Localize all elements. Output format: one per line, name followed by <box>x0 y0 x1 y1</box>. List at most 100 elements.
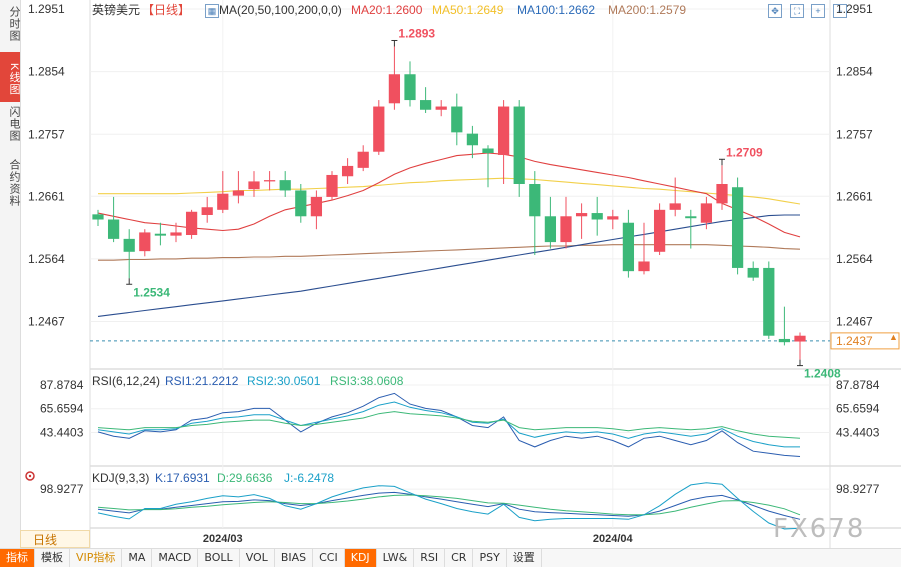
candle-body <box>310 196 323 217</box>
x-tick-label: 2024/04 <box>593 533 634 545</box>
fullscreen-icon[interactable]: ⛶ <box>790 4 804 18</box>
legend-ma100: MA100:1.2662 <box>517 3 595 17</box>
tab-cr[interactable]: CR <box>445 549 474 567</box>
ma20-line <box>97 152 801 238</box>
candle-body <box>435 106 447 110</box>
tab-kdj[interactable]: KDJ <box>344 549 377 567</box>
candle-body <box>341 165 354 177</box>
ma100-line <box>97 214 800 317</box>
y-tick-label-left: 1.2661 <box>28 189 65 203</box>
y-tick-label-left: 43.4403 <box>40 426 84 440</box>
candle-body <box>685 216 697 219</box>
y-tick-label-right: 1.2757 <box>836 127 873 141</box>
y-tick-label-left: 1.2467 <box>28 315 65 329</box>
candle-body <box>170 232 182 236</box>
watermark: FX678 <box>773 514 866 544</box>
candle-body <box>217 193 229 210</box>
candle-body <box>419 100 432 110</box>
tab-indicator[interactable]: 指标 <box>0 549 35 567</box>
candle-body <box>638 261 650 272</box>
legend-period: 【日线】 <box>142 3 190 17</box>
candle-body <box>747 267 759 278</box>
tab-boll[interactable]: BOLL <box>198 549 240 567</box>
candle-body <box>388 74 401 104</box>
tab-bias[interactable]: BIAS <box>275 549 314 567</box>
legend-ma50: MA50:1.2649 <box>432 3 504 17</box>
zoom-out-icon[interactable]: − <box>833 4 847 18</box>
annotation-label: 1.2709 <box>726 145 763 159</box>
rsi-panel: 87.8784 87.8784 65.6594 65.6594 43.4403 43.44… <box>40 378 880 457</box>
expand-icon[interactable]: ✥ <box>768 4 782 18</box>
y-tick-label-right: 98.9277 <box>836 482 880 496</box>
candle-body <box>139 232 151 252</box>
candle-body <box>591 213 603 220</box>
kdj-k-value: K:17.6931 <box>155 471 210 485</box>
grid <box>89 0 901 548</box>
candle-body <box>544 216 557 243</box>
rsi-title: RSI(6,12,24) <box>92 374 160 388</box>
candle-body <box>716 184 728 204</box>
y-tick-label-left: 1.2951 <box>28 2 65 16</box>
kdj-title: KDJ(9,3,3) <box>92 471 149 485</box>
candle-body <box>529 184 541 217</box>
candle-body <box>466 133 479 146</box>
candle-body <box>669 203 681 210</box>
tab-settings[interactable]: 设置 <box>507 549 542 567</box>
candle-body <box>653 209 666 252</box>
y-tick-label-right: 43.4403 <box>836 426 880 440</box>
candle-body <box>513 106 525 184</box>
y-tick-label-left: 1.2854 <box>28 65 65 79</box>
tab-vol[interactable]: VOL <box>240 549 275 567</box>
kdj-j-value: J:-6.2478 <box>284 471 334 485</box>
kdj-d-value: D:29.6636 <box>217 471 273 485</box>
y-tick-label-right: 1.2661 <box>836 189 873 203</box>
legend-symbol: 英镑美元 <box>92 2 140 17</box>
period-selector[interactable]: 日线 <box>20 530 90 548</box>
settings-gear-icon[interactable] <box>25 471 35 481</box>
y-tick-label-right: 1.2564 <box>836 252 873 266</box>
candle-body <box>357 151 369 168</box>
kdj-j-line <box>97 482 801 530</box>
candle-body <box>763 267 775 336</box>
rsi3-value: RSI3:38.0608 <box>330 374 404 388</box>
candle-body <box>700 203 713 223</box>
tab-lw[interactable]: LW& <box>377 549 415 567</box>
tab-template[interactable]: 模板 <box>35 549 70 567</box>
ma-lines <box>97 152 801 317</box>
candle-body <box>201 207 213 215</box>
candle-body <box>607 216 619 220</box>
tab-ma[interactable]: MA <box>122 549 153 567</box>
x-tick-label: 2024/03 <box>203 533 243 545</box>
candle-body <box>107 219 120 239</box>
y-tick-label-right: 1.2854 <box>836 65 873 79</box>
tab-psy[interactable]: PSY <box>473 549 507 567</box>
y-tick-label-left: 98.9277 <box>40 482 84 496</box>
zoom-in-icon[interactable]: + <box>811 4 825 18</box>
rsi3-line <box>97 411 801 439</box>
toggle-indicator-icon[interactable]: ▦ <box>205 4 219 18</box>
y-tick-label-left: 65.6594 <box>40 402 84 416</box>
candle-body <box>326 174 338 197</box>
annotation-label: 1.2893 <box>398 26 435 40</box>
candle-body <box>263 180 276 182</box>
rsi1-value: RSI1:21.2212 <box>165 374 239 388</box>
tab-macd[interactable]: MACD <box>152 549 199 567</box>
indicator-bar: 指标 模板 VIP指标 MA MACD BOLL VOL BIAS CCI KD… <box>0 548 901 567</box>
candle-body <box>497 106 510 155</box>
arrow-up-icon: ▲ <box>889 332 898 342</box>
rsi2-value: RSI2:30.0501 <box>247 374 321 388</box>
candle-body <box>778 338 791 343</box>
y-tick-label-left: 1.2564 <box>28 252 65 266</box>
candle-body <box>560 216 572 243</box>
legend-ma20: MA20:1.2600 <box>351 3 423 17</box>
candle-body <box>794 335 806 342</box>
candle-body <box>92 214 104 220</box>
candle-body <box>451 106 463 133</box>
kdj-d-line <box>97 494 801 516</box>
tab-rsi[interactable]: RSI <box>414 549 446 567</box>
candle-body <box>232 190 245 196</box>
tab-cci[interactable]: CCI <box>313 549 345 567</box>
last-price-label: 1.2437 <box>836 334 873 348</box>
tab-vip-indicator[interactable]: VIP指标 <box>70 549 123 567</box>
y-tick-label-left: 87.8784 <box>40 378 84 392</box>
